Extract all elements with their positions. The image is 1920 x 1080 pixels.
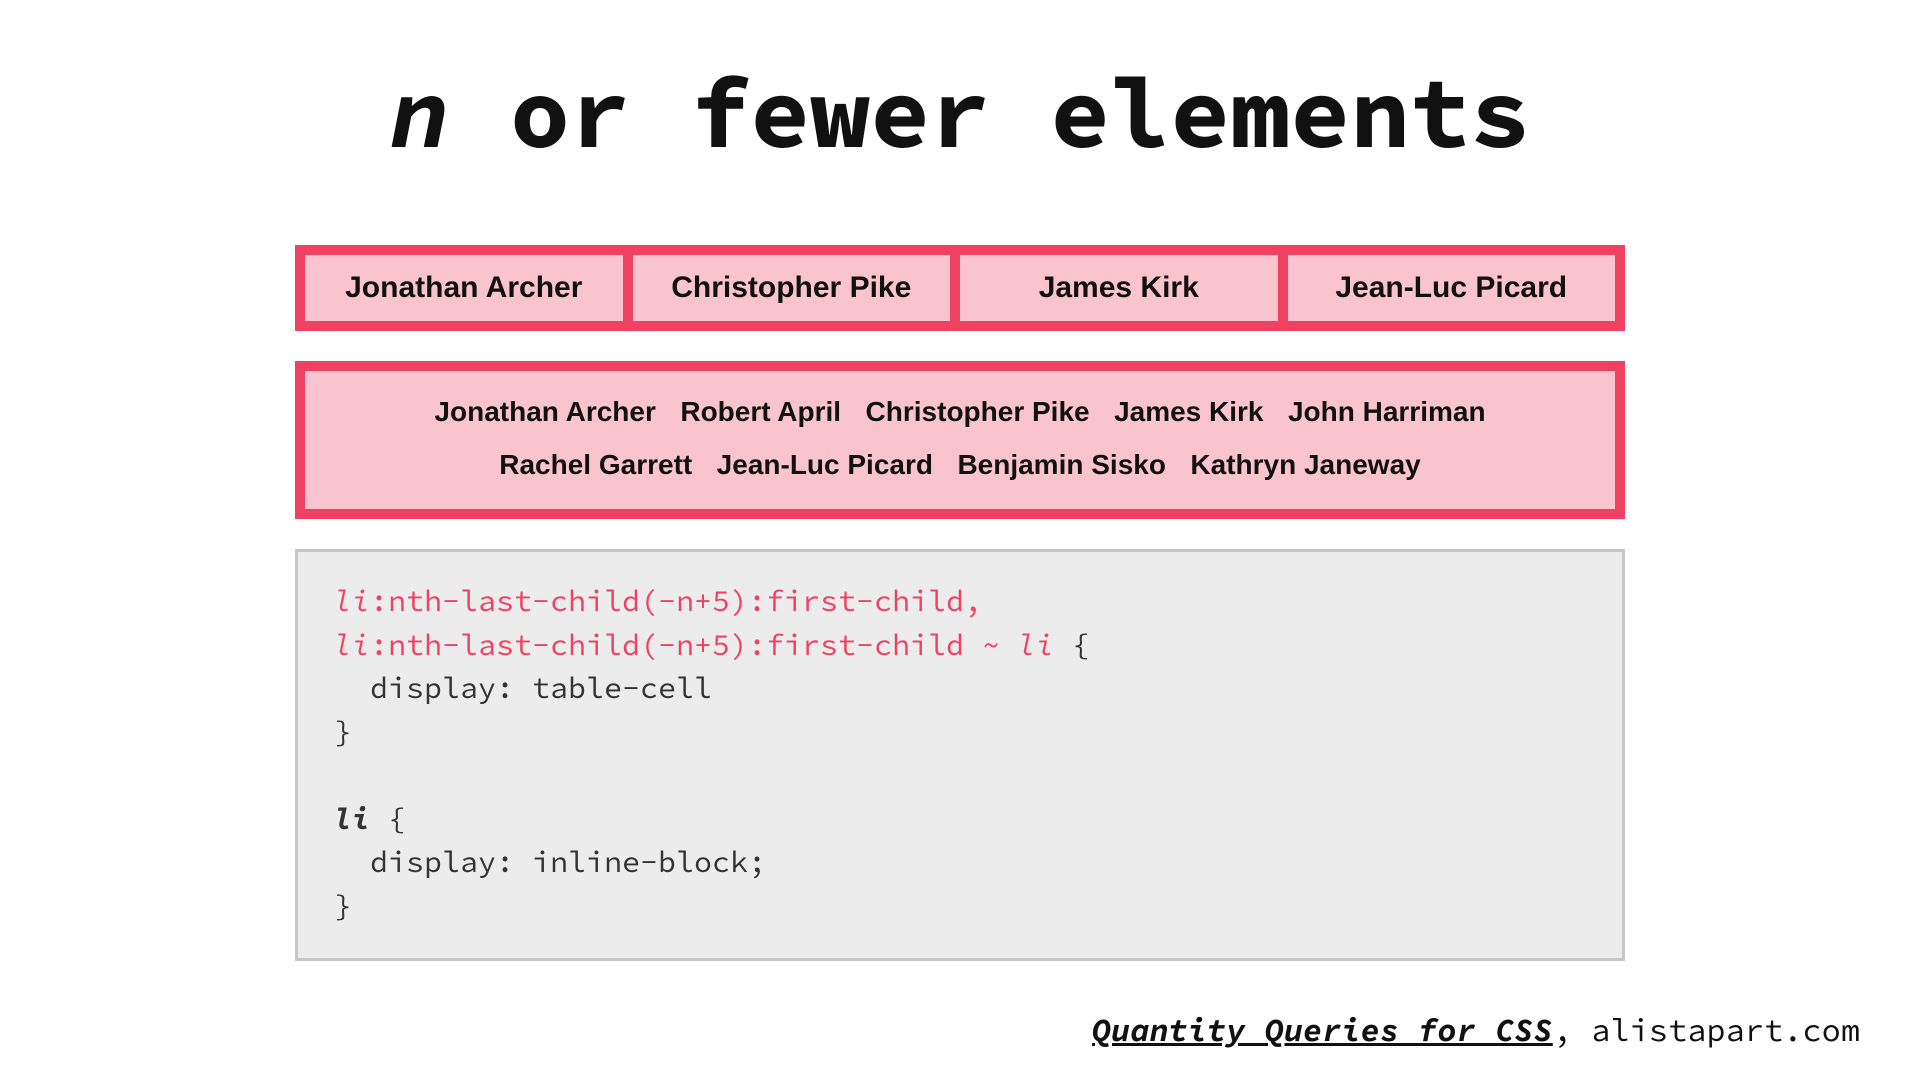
list-item: Benjamin Sisko bbox=[957, 438, 1166, 491]
example-box-few: Jonathan Archer Christopher Pike James K… bbox=[295, 245, 1625, 331]
citation-sep: , bbox=[1553, 1010, 1591, 1050]
footer-citation: Quantity Queries for CSS, alistapart.com bbox=[1092, 1010, 1860, 1050]
code-text: display: table-cell bbox=[334, 669, 712, 707]
code-selector-tag: li bbox=[334, 626, 370, 664]
list-item: James Kirk bbox=[960, 255, 1288, 321]
slide: n or fewer elements Jonathan Archer Chri… bbox=[0, 0, 1920, 1080]
list-item: Robert April bbox=[680, 385, 841, 438]
code-selector-tag: li bbox=[334, 800, 370, 838]
title-rest: or fewer elements bbox=[450, 50, 1530, 175]
code-text: } bbox=[334, 713, 352, 751]
code-selector: :nth-last-child(-n+5):first-child ~ bbox=[370, 626, 1018, 664]
list-item: Jean-Luc Picard bbox=[1288, 255, 1616, 321]
code-text: { bbox=[370, 800, 406, 838]
list-item: Christopher Pike bbox=[866, 385, 1090, 438]
list-item: Jonathan Archer bbox=[434, 385, 655, 438]
code-selector-tag: li bbox=[334, 582, 370, 620]
code-text: display: inline-block; bbox=[334, 843, 766, 881]
slide-title: n or fewer elements bbox=[0, 50, 1920, 175]
list-item: John Harriman bbox=[1288, 385, 1486, 438]
list-item: Jonathan Archer bbox=[305, 255, 633, 321]
list-item: Jean-Luc Picard bbox=[717, 438, 933, 491]
citation-source: alistapart.com bbox=[1591, 1010, 1860, 1050]
table-row: Jonathan Archer Christopher Pike James K… bbox=[305, 255, 1615, 321]
list-item: James Kirk bbox=[1114, 385, 1263, 438]
content-area: Jonathan Archer Christopher Pike James K… bbox=[295, 245, 1625, 961]
title-variable-n: n bbox=[390, 50, 450, 175]
code-selector-tag: li bbox=[1018, 626, 1054, 664]
list-item: Kathryn Janeway bbox=[1190, 438, 1420, 491]
code-text: { bbox=[1054, 626, 1090, 664]
code-text: } bbox=[334, 887, 352, 925]
code-block: li:nth-last-child(-n+5):first-child, li:… bbox=[295, 549, 1625, 961]
list-item: Rachel Garrett bbox=[499, 438, 692, 491]
citation-link[interactable]: Quantity Queries for CSS bbox=[1092, 1010, 1553, 1050]
code-selector: :nth-last-child(-n+5):first-child, bbox=[370, 582, 982, 620]
example-box-many: Jonathan Archer Robert April Christopher… bbox=[295, 361, 1625, 519]
list-item: Christopher Pike bbox=[633, 255, 961, 321]
inline-list: Jonathan Archer Robert April Christopher… bbox=[305, 371, 1615, 509]
